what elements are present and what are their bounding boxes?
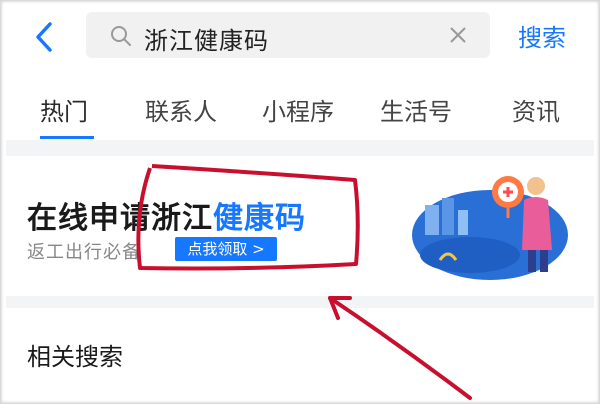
red-annotation [136, 164, 472, 400]
